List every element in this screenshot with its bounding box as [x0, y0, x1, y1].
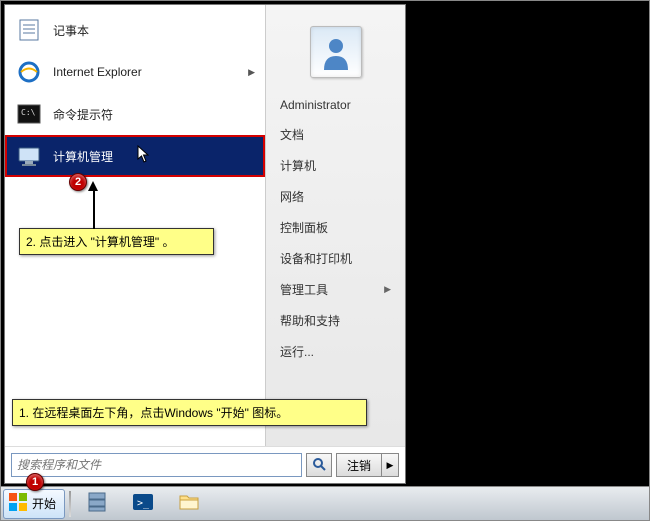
program-label: 命令提示符 [53, 106, 113, 123]
annotation-arrow-2-line [93, 190, 95, 229]
right-item-label: 控制面板 [280, 219, 328, 236]
annotation-step2: 2. 点击进入 "计算机管理" 。 [19, 228, 214, 255]
right-item-help-support[interactable]: 帮助和支持 [266, 305, 405, 336]
right-item-label: 帮助和支持 [280, 312, 340, 329]
annotation-step1: 1. 在远程桌面左下角，点击Windows "开始" 图标。 [12, 399, 367, 426]
right-item-label: Administrator [280, 98, 351, 112]
start-menu-bottom-bar: 注销 ▶ [5, 446, 405, 483]
program-label: 记事本 [53, 22, 89, 39]
compmgmt-icon [15, 142, 43, 170]
right-item-label: 管理工具 [280, 281, 328, 298]
logoff-button[interactable]: 注销 [336, 453, 381, 477]
annotation-badge-2: 2 [69, 173, 87, 191]
user-avatar-icon [310, 26, 362, 78]
annotation-text: 1. 在远程桌面左下角，点击Windows "开始" 图标。 [19, 406, 288, 420]
right-item-documents[interactable]: 文档 [266, 119, 405, 150]
powershell-icon: >_ [131, 490, 155, 517]
right-item-label: 网络 [280, 188, 304, 205]
explorer-icon [177, 490, 201, 517]
mouse-cursor-icon [137, 145, 153, 168]
logoff-label: 注销 [347, 457, 371, 474]
shutdown-options-button[interactable]: ▶ [381, 453, 399, 477]
right-item-label: 文档 [280, 126, 304, 143]
taskbar-item-server-manager[interactable] [75, 489, 119, 519]
annotation-text: 2. 点击进入 "计算机管理" 。 [26, 235, 175, 249]
program-item-computer-management[interactable]: 计算机管理 [5, 135, 265, 177]
program-label: 计算机管理 [53, 148, 113, 165]
svg-text:C:\: C:\ [21, 108, 36, 117]
right-item-label: 设备和打印机 [280, 250, 352, 267]
logoff-group: 注销 ▶ [336, 453, 399, 477]
start-menu-left-pane: 记事本 Internet Explorer ▶ C:\ 命令提示符 [5, 5, 265, 446]
program-label: Internet Explorer [53, 65, 142, 79]
program-item-cmd[interactable]: C:\ 命令提示符 [5, 93, 265, 135]
right-item-network[interactable]: 网络 [266, 181, 405, 212]
taskbar-separator [69, 491, 71, 517]
search-button[interactable] [306, 453, 332, 477]
ie-icon [15, 58, 43, 86]
server-manager-icon [85, 490, 109, 517]
search-input[interactable] [11, 453, 302, 477]
user-avatar-wrap [266, 13, 405, 91]
taskbar: 开始 >_ [1, 486, 649, 520]
start-button[interactable]: 开始 [3, 489, 65, 519]
annotation-badge-1: 1 [26, 473, 44, 491]
right-item-devices-printers[interactable]: 设备和打印机 [266, 243, 405, 274]
search-icon [312, 457, 326, 474]
annotation-arrow-2-head [88, 181, 98, 191]
right-item-administrator[interactable]: Administrator [266, 91, 405, 119]
taskbar-item-explorer[interactable] [167, 489, 211, 519]
badge-number: 1 [32, 476, 38, 488]
cmd-icon: C:\ [15, 100, 43, 128]
start-menu-body: 记事本 Internet Explorer ▶ C:\ 命令提示符 [5, 5, 405, 446]
right-item-label: 运行... [280, 343, 314, 360]
windows-logo-icon [8, 492, 28, 515]
right-item-control-panel[interactable]: 控制面板 [266, 212, 405, 243]
submenu-arrow-icon: ▶ [248, 67, 255, 78]
notepad-icon [15, 16, 43, 44]
chevron-right-icon: ▶ [387, 460, 394, 471]
program-item-ie[interactable]: Internet Explorer ▶ [5, 51, 265, 93]
right-item-admin-tools[interactable]: 管理工具 ▶ [266, 274, 405, 305]
start-menu-right-pane: Administrator 文档 计算机 网络 控制面板 设备和打印机 管理工具… [265, 5, 405, 446]
taskbar-item-powershell[interactable]: >_ [121, 489, 165, 519]
program-list: 记事本 Internet Explorer ▶ C:\ 命令提示符 [5, 5, 265, 181]
start-label: 开始 [32, 495, 56, 512]
right-item-label: 计算机 [280, 157, 316, 174]
badge-number: 2 [75, 176, 81, 188]
program-item-notepad[interactable]: 记事本 [5, 9, 265, 51]
right-item-run[interactable]: 运行... [266, 336, 405, 367]
submenu-arrow-icon: ▶ [384, 284, 391, 295]
right-item-computer[interactable]: 计算机 [266, 150, 405, 181]
svg-text:>_: >_ [137, 498, 150, 509]
